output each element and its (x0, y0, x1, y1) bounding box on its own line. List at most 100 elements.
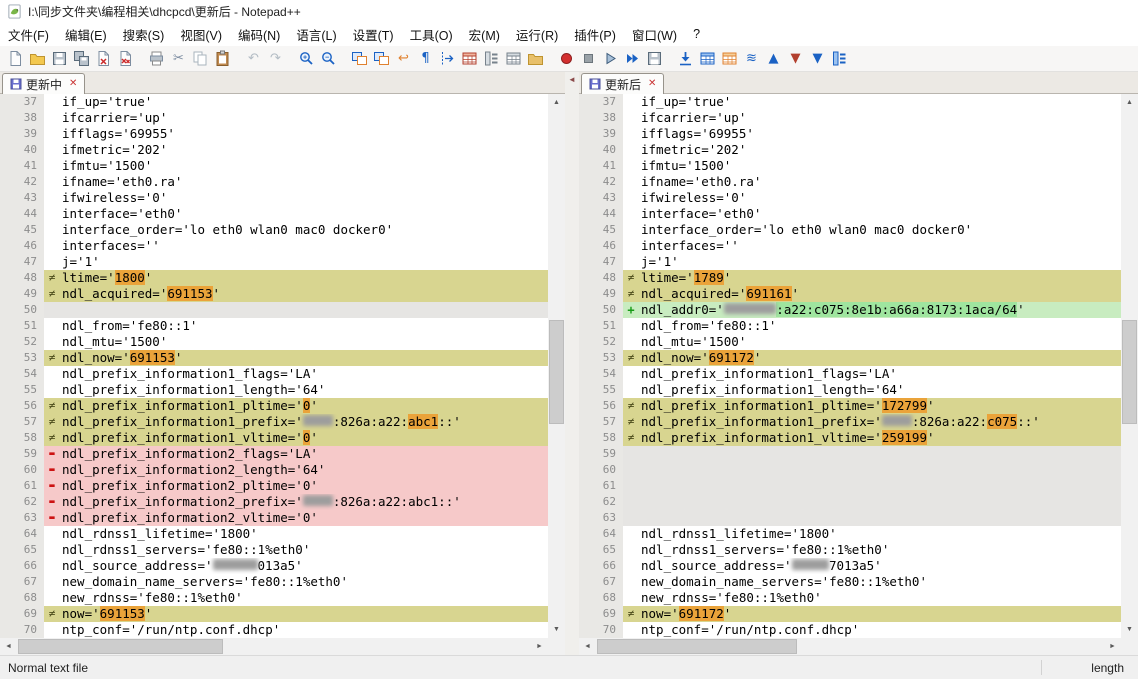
play-macro-icon[interactable] (600, 48, 621, 69)
compare-lines-icon[interactable] (719, 48, 740, 69)
tab-close-icon[interactable]: ✕ (69, 79, 77, 89)
code-line[interactable]: 69≠now='691153' (0, 606, 548, 622)
menu-item-window[interactable]: 窗口(W) (624, 21, 685, 48)
code-line[interactable]: 40ifmetric='202' (579, 142, 1121, 158)
code-line[interactable]: 45interface_order='lo eth0 wlan0 mac0 do… (0, 222, 548, 238)
code-line[interactable]: 68new_rdnss='fe80::1%eth0' (579, 590, 1121, 606)
scroll-right-icon[interactable]: ► (531, 638, 548, 655)
menu-item-encoding[interactable]: 编码(N) (230, 21, 288, 48)
scroll-left-icon[interactable]: ◄ (579, 638, 596, 655)
save-macro-icon[interactable] (644, 48, 665, 69)
menu-item-macro[interactable]: 宏(M) (461, 21, 508, 48)
code-line[interactable]: 63 (579, 510, 1121, 526)
h-scrollbar-right[interactable]: ◄ ► (579, 638, 1121, 655)
code-line[interactable]: 62 (579, 494, 1121, 510)
code-line[interactable]: 57≠ndl_prefix_information1_prefix=' :826… (579, 414, 1121, 430)
show-all-chars-icon[interactable]: ¶ (415, 48, 436, 69)
sync-h-scroll-icon[interactable] (371, 48, 392, 69)
code-line[interactable]: 69≠now='691172' (579, 606, 1121, 622)
scroll-down-icon[interactable]: ▼ (1121, 621, 1138, 638)
doc-map-icon[interactable] (481, 48, 502, 69)
menu-item-run[interactable]: 运行(R) (508, 21, 566, 48)
code-line[interactable]: 60▬ndl_prefix_information2_length='64' (0, 462, 548, 478)
code-line[interactable]: 50+ndl_addr0=' :a22:c075:8e1b:a66a:8173:… (579, 302, 1121, 318)
code-line[interactable]: 61 (579, 478, 1121, 494)
open-icon[interactable] (27, 48, 48, 69)
code-line[interactable]: 47j='1' (0, 254, 548, 270)
code-line[interactable]: 51ndl_from='fe80::1' (579, 318, 1121, 334)
code-line[interactable]: 64ndl_rdnss1_lifetime='1800' (579, 526, 1121, 542)
code-line[interactable]: 55ndl_prefix_information1_length='64' (0, 382, 548, 398)
code-line[interactable]: 47j='1' (579, 254, 1121, 270)
copy-icon[interactable] (190, 48, 211, 69)
code-line[interactable]: 52ndl_mtu='1500' (0, 334, 548, 350)
code-line[interactable]: 45interface_order='lo eth0 wlan0 mac0 do… (579, 222, 1121, 238)
code-line[interactable]: 56≠ndl_prefix_information1_pltime='0' (0, 398, 548, 414)
code-line[interactable]: 53≠ndl_now='691153' (0, 350, 548, 366)
scroll-up-icon[interactable]: ▲ (1121, 94, 1138, 111)
close-icon[interactable] (93, 48, 114, 69)
set-first-compare-icon[interactable] (675, 48, 696, 69)
cut-icon[interactable]: ✂ (168, 48, 189, 69)
code-line[interactable]: 38ifcarrier='up' (579, 110, 1121, 126)
compare-icon[interactable] (697, 48, 718, 69)
menu-item-search[interactable]: 搜索(S) (115, 21, 173, 48)
code-line[interactable]: 41ifmtu='1500' (0, 158, 548, 174)
scroll-right-icon[interactable]: ► (1104, 638, 1121, 655)
paste-icon[interactable] (212, 48, 233, 69)
code-line[interactable]: 65ndl_rdnss1_servers='fe80::1%eth0' (579, 542, 1121, 558)
tab-updated[interactable]: 更新后 ✕ (581, 73, 664, 94)
code-line[interactable]: 51ndl_from='fe80::1' (0, 318, 548, 334)
v-scrollbar-left[interactable]: ▲ ▼ (548, 94, 565, 638)
code-line[interactable]: 67new_domain_name_servers='fe80::1%eth0' (579, 574, 1121, 590)
code-line[interactable]: 60 (579, 462, 1121, 478)
scroll-up-icon[interactable]: ▲ (548, 94, 565, 111)
code-line[interactable]: 55ndl_prefix_information1_length='64' (579, 382, 1121, 398)
function-list-icon[interactable] (459, 48, 480, 69)
code-line[interactable]: 70ntp_conf='/run/ntp.conf.dhcp' (579, 622, 1121, 638)
code-line[interactable]: 58≠ndl_prefix_information1_vltime='0' (0, 430, 548, 446)
indent-guide-icon[interactable] (437, 48, 458, 69)
menu-item-file[interactable]: 文件(F) (0, 21, 57, 48)
new-file-icon[interactable] (5, 48, 26, 69)
tab-close-icon[interactable]: ✕ (648, 79, 656, 89)
undo-icon[interactable]: ↶ (243, 48, 264, 69)
menu-item-language[interactable]: 语言(L) (288, 21, 344, 48)
code-line[interactable]: 68new_rdnss='fe80::1%eth0' (0, 590, 548, 606)
editor-right[interactable]: 37if_up='true'38ifcarrier='up'39ifflags=… (579, 94, 1121, 638)
v-scrollbar-right[interactable]: ▲ ▼ (1121, 94, 1138, 638)
code-line[interactable]: 48≠ltime='1789' (579, 270, 1121, 286)
code-line[interactable]: 42ifname='eth0.ra' (0, 174, 548, 190)
folder-workspace-icon[interactable] (525, 48, 546, 69)
record-macro-icon[interactable] (556, 48, 577, 69)
menu-item-settings[interactable]: 设置(T) (345, 21, 402, 48)
close-all-icon[interactable] (115, 48, 136, 69)
code-line[interactable]: 42ifname='eth0.ra' (579, 174, 1121, 190)
menu-item-edit[interactable]: 编辑(E) (57, 21, 115, 48)
scroll-thumb[interactable] (549, 320, 564, 424)
code-line[interactable]: 40ifmetric='202' (0, 142, 548, 158)
run-macro-multi-icon[interactable] (622, 48, 643, 69)
code-line[interactable]: 64ndl_rdnss1_lifetime='1800' (0, 526, 548, 542)
code-line[interactable]: 56≠ndl_prefix_information1_pltime='17279… (579, 398, 1121, 414)
nav-bar-icon[interactable] (829, 48, 850, 69)
code-line[interactable]: 61▬ndl_prefix_information2_pltime='0' (0, 478, 548, 494)
code-line[interactable]: 49≠ndl_acquired='691153' (0, 286, 548, 302)
save-icon[interactable] (49, 48, 70, 69)
code-line[interactable]: 59▬ndl_prefix_information2_flags='LA' (0, 446, 548, 462)
code-line[interactable]: 63▬ndl_prefix_information2_vltime='0' (0, 510, 548, 526)
code-line[interactable]: 50 (0, 302, 548, 318)
h-scrollbar-left[interactable]: ◄ ► (0, 638, 548, 655)
code-line[interactable]: 44interface='eth0' (579, 206, 1121, 222)
print-icon[interactable] (146, 48, 167, 69)
splitter-collapse-icon[interactable]: ◄ (565, 75, 579, 84)
code-line[interactable]: 58≠ndl_prefix_information1_vltime='25919… (579, 430, 1121, 446)
code-line[interactable]: 62▬ndl_prefix_information2_prefix=' :826… (0, 494, 548, 510)
redo-icon[interactable]: ↷ (265, 48, 286, 69)
zoom-out-icon[interactable]: − (318, 48, 339, 69)
code-line[interactable]: 37if_up='true' (0, 94, 548, 110)
save-all-icon[interactable] (71, 48, 92, 69)
scroll-thumb[interactable] (597, 639, 797, 654)
code-line[interactable]: 37if_up='true' (579, 94, 1121, 110)
code-line[interactable]: 43ifwireless='0' (579, 190, 1121, 206)
